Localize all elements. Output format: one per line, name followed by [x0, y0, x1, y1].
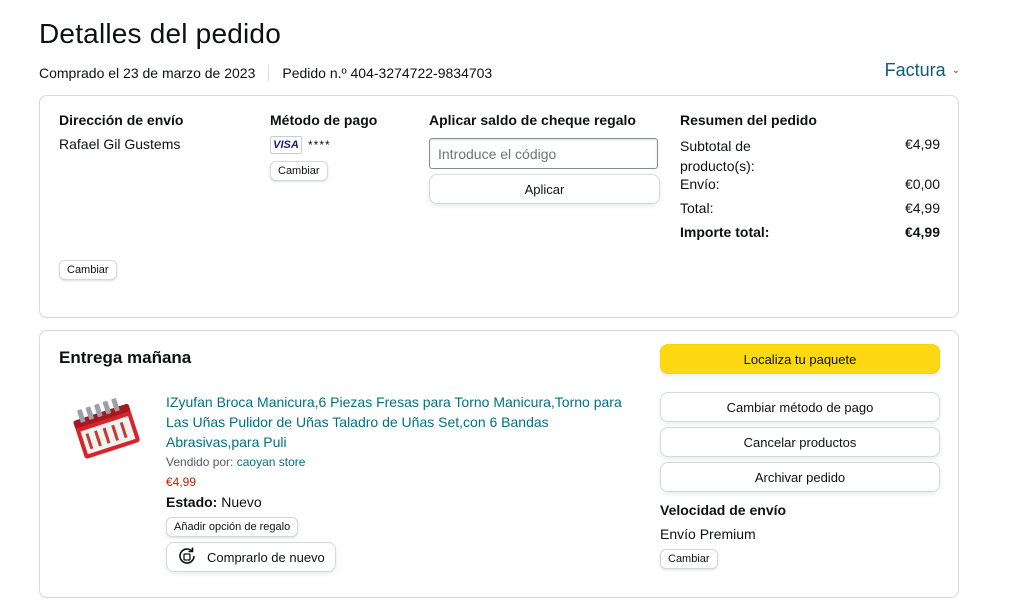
condition-value: Nuevo — [221, 494, 262, 510]
change-payment-method-button[interactable]: Cambiar método de pago — [660, 392, 940, 422]
order-summary-title: Resumen del pedido — [680, 112, 817, 128]
change-shipping-speed-button[interactable]: Cambiar — [660, 549, 718, 569]
summary-label: Importe total: — [680, 224, 770, 240]
product-condition: Estado: Nuevo — [166, 494, 262, 510]
buy-again-icon — [175, 544, 199, 571]
summary-row-shipping: Envío: €0,00 — [680, 176, 940, 192]
sold-by: Vendido por: caoyan store — [166, 455, 305, 469]
sold-by-label: Vendido por: — [166, 455, 234, 469]
summary-value: €4,99 — [904, 200, 940, 216]
summary-value: €4,99 — [904, 224, 940, 240]
summary-label: Subtotal de producto(s): — [680, 138, 755, 174]
product-title-link[interactable]: IZyufan Broca Manicura,6 Piezas Fresas p… — [166, 392, 626, 452]
shipping-name: Rafael Gil Gustems — [59, 136, 181, 152]
summary-row-grand-total: Importe total: €4,99 — [680, 224, 940, 240]
summary-row-subtotal: Subtotal de producto(s): €4,99 — [680, 136, 940, 176]
cancel-items-button[interactable]: Cancelar productos — [660, 427, 940, 457]
seller-link[interactable]: caoyan store — [237, 455, 306, 469]
gift-card-title: Aplicar saldo de cheque regalo — [429, 112, 636, 128]
invoice-dropdown[interactable]: Factura ⌄ — [885, 60, 960, 81]
payment-card: VISA **** — [270, 136, 331, 154]
card-mask: **** — [308, 138, 331, 152]
order-meta: Comprado el 23 de marzo de 2023 Pedido n… — [39, 65, 492, 81]
apply-gift-button[interactable]: Aplicar — [429, 174, 660, 204]
add-gift-option-button[interactable]: Añadir opción de regalo — [166, 517, 299, 537]
change-payment-button[interactable]: Cambiar — [270, 161, 328, 181]
shipping-speed-value: Envío Premium — [660, 526, 756, 542]
product-price: €4,99 — [166, 475, 197, 489]
condition-label: Estado: — [166, 494, 218, 510]
purchase-date: Comprado el 23 de marzo de 2023 — [39, 65, 256, 81]
delivery-box: Entrega mañana IZyufan Broca Manicura,6 … — [39, 330, 959, 598]
summary-label: Envío: — [680, 176, 720, 192]
visa-card-icon: VISA — [270, 136, 302, 154]
divider — [268, 65, 270, 81]
shipping-address-title: Dirección de envío — [59, 112, 184, 128]
gift-code-input[interactable]: Introduce el código — [429, 138, 658, 169]
product-image[interactable] — [70, 397, 146, 467]
buy-again-button[interactable]: Comprarlo de nuevo — [166, 542, 336, 572]
summary-label: Total: — [680, 200, 714, 216]
page-title: Detalles del pedido — [39, 18, 281, 49]
order-number: Pedido n.º 404-3274722-9834703 — [282, 65, 493, 81]
summary-value: €0,00 — [904, 176, 940, 192]
invoice-label: Factura — [884, 60, 946, 80]
summary-row-total: Total: €4,99 — [680, 200, 940, 216]
chevron-down-icon: ⌄ — [951, 65, 960, 76]
change-address-button[interactable]: Cambiar — [59, 260, 117, 280]
track-package-button[interactable]: Localiza tu paquete — [660, 344, 940, 374]
buy-again-label: Comprarlo de nuevo — [207, 549, 325, 565]
shipping-speed-title: Velocidad de envío — [660, 502, 787, 518]
payment-method-title: Método de pago — [270, 112, 378, 128]
summary-value: €4,99 — [904, 136, 940, 152]
archive-order-button[interactable]: Archivar pedido — [660, 462, 940, 492]
order-summary-box: Dirección de envío Rafael Gil Gustems Ca… — [39, 95, 959, 318]
delivery-status-title: Entrega mañana — [59, 348, 192, 367]
